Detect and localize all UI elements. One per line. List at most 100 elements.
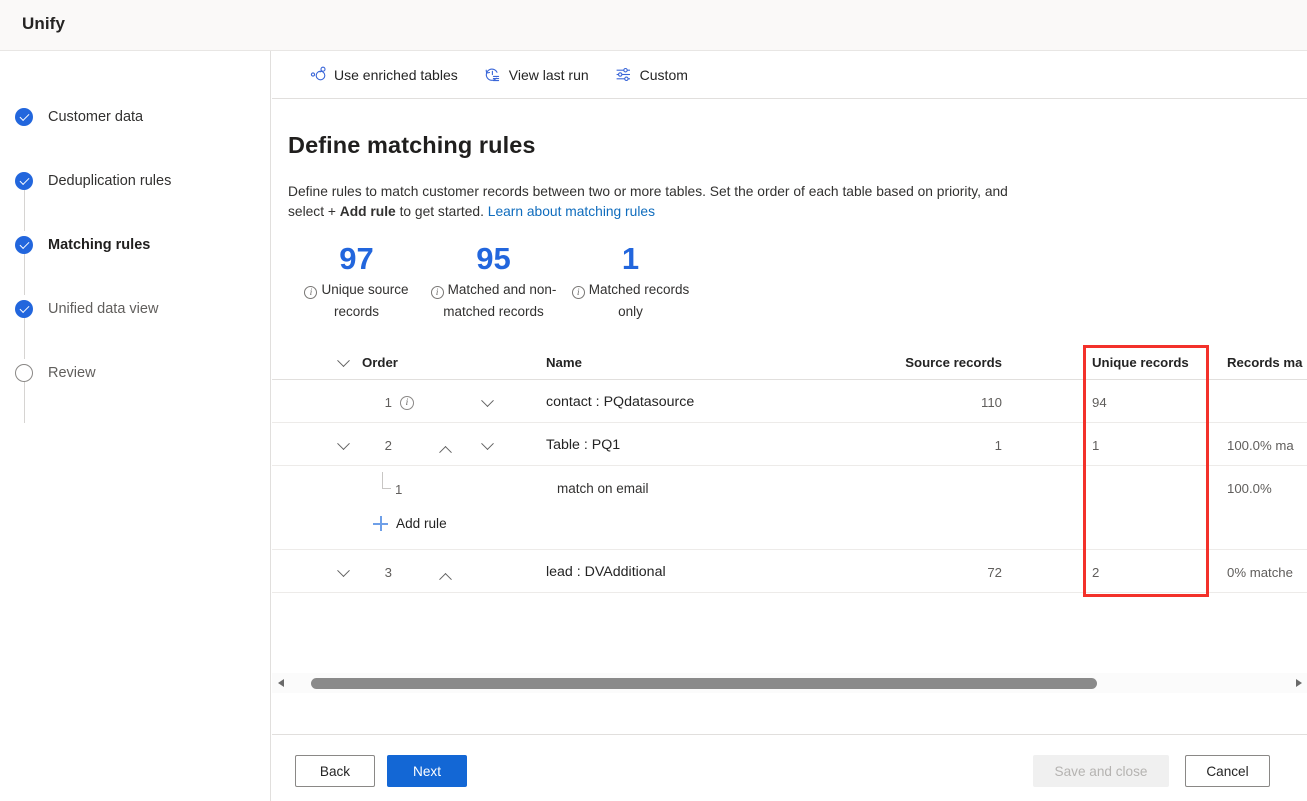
page-title: Define matching rules — [288, 132, 536, 158]
subrow-records-matched: 100.0% — [1227, 481, 1272, 496]
view-last-run-button[interactable]: View last run — [475, 59, 598, 91]
add-rule-label: Add rule — [396, 516, 447, 531]
learn-about-matching-rules-link[interactable]: Learn about matching rules — [488, 204, 655, 219]
row-unique-records: 1 — [1092, 438, 1100, 453]
check-circle-icon — [15, 300, 33, 318]
enriched-tables-icon — [309, 66, 327, 84]
sidebar-item-customer-data[interactable]: Customer data — [15, 106, 265, 128]
stat-caption-text: Matched records only — [588, 282, 690, 319]
expand-row-chevron-icon[interactable] — [330, 437, 356, 454]
app-title: Unify — [22, 14, 65, 33]
move-down-chevron-icon[interactable] — [474, 394, 500, 411]
scroll-right-arrow-icon[interactable] — [1290, 673, 1307, 693]
use-enriched-tables-button[interactable]: Use enriched tables — [300, 59, 467, 91]
sidebar-item-review[interactable]: Review — [15, 362, 265, 384]
table-row[interactable]: 3 lead : DVAdditional 72 2 0% matche — [272, 550, 1307, 593]
row-records-matched: 100.0% ma — [1227, 438, 1294, 453]
sidebar-item-label: Matching rules — [48, 237, 151, 253]
table-subrow-group: 1 match on email 0% Add rule — [272, 593, 1307, 596]
matching-rules-table: Order Name Source records Unique records… — [272, 344, 1307, 596]
tree-branch-line — [382, 472, 391, 489]
stat-caption-text: Unique source records — [321, 282, 409, 319]
next-button[interactable]: Next — [387, 755, 467, 787]
empty-circle-icon — [15, 364, 33, 382]
move-up-chevron-icon[interactable] — [432, 569, 458, 586]
info-icon[interactable]: i — [304, 286, 318, 299]
cancel-button[interactable]: Cancel — [1185, 755, 1270, 787]
save-and-close-button: Save and close — [1033, 755, 1169, 787]
row-order: 3 — [384, 565, 392, 580]
stat-value: 97 — [339, 241, 374, 276]
subrow-index: 1 — [395, 482, 403, 497]
row-name: contact : PQdatasource — [546, 394, 695, 410]
plus-icon — [373, 516, 388, 531]
table-header-row: Order Name Source records Unique records… — [272, 344, 1307, 380]
sidebar-item-deduplication-rules[interactable]: Deduplication rules — [15, 170, 265, 192]
footer-actions: Back Next Save and close Cancel — [272, 734, 1307, 801]
scroll-left-arrow-icon[interactable] — [272, 673, 289, 693]
check-circle-icon — [15, 236, 33, 254]
expand-row-chevron-icon[interactable] — [330, 564, 356, 581]
settings-sliders-icon — [615, 66, 633, 84]
description-text-2: to get started. — [395, 204, 488, 219]
move-down-chevron-icon[interactable] — [474, 437, 500, 454]
row-source-records: 110 — [980, 395, 1002, 410]
sidebar-item-unified-data-view[interactable]: Unified data view — [15, 298, 265, 320]
subrow-name[interactable]: match on email — [557, 481, 649, 496]
row-unique-records: 94 — [1092, 395, 1107, 410]
table-row[interactable]: 1 i contact : PQdatasource 110 94 — [272, 380, 1307, 423]
custom-button[interactable]: Custom — [606, 59, 697, 91]
app-header: Unify — [0, 0, 1307, 51]
sidebar-item-label: Review — [48, 365, 96, 381]
column-header-unique-records[interactable]: Unique records — [1092, 355, 1202, 370]
row-name: Table : PQ1 — [546, 437, 621, 453]
table-subrow-group: 1 match on email 100.0% Add rule — [272, 466, 1307, 550]
command-label: View last run — [508, 66, 589, 83]
check-circle-icon — [15, 172, 33, 190]
stat-caption: i Matched and non-matched records — [425, 279, 562, 323]
back-button[interactable]: Back — [295, 755, 375, 787]
stat-unique-source-records: 97 i Unique source records — [288, 241, 425, 323]
stat-value: 1 — [621, 241, 640, 276]
stat-caption: i Matched records only — [562, 279, 699, 323]
row-order: 1 — [384, 395, 392, 410]
stat-caption-text: Matched and non-matched records — [443, 282, 557, 319]
stat-caption: i Unique source records — [288, 279, 425, 323]
sidebar-item-label: Unified data view — [48, 301, 159, 317]
stats-summary: 97 i Unique source records 95 i Matched an… — [288, 241, 699, 323]
sidebar-item-label: Deduplication rules — [48, 173, 172, 189]
command-bar: Use enriched tables View last run Custom — [272, 51, 1307, 99]
row-info-icon[interactable]: i — [400, 393, 420, 410]
command-label: Custom — [639, 66, 688, 83]
info-icon[interactable]: i — [571, 286, 585, 299]
expand-all-chevron-icon[interactable] — [330, 354, 356, 371]
row-unique-records: 2 — [1092, 565, 1100, 580]
row-source-records: 72 — [987, 565, 1002, 580]
move-up-chevron-icon[interactable] — [432, 442, 458, 459]
column-header-source-records[interactable]: Source records — [892, 355, 1002, 370]
row-order: 2 — [384, 438, 392, 453]
main-content: Define matching rules Define rules to ma… — [272, 99, 1307, 801]
stat-matched-records-only: 1 i Matched records only — [562, 241, 699, 323]
history-clock-icon — [484, 66, 502, 84]
page-description: Define rules to match customer records b… — [288, 182, 1033, 222]
check-circle-icon — [15, 108, 33, 126]
sidebar-item-label: Customer data — [48, 109, 144, 125]
row-name: lead : DVAdditional — [546, 564, 666, 580]
column-header-order[interactable]: Order — [362, 355, 398, 370]
row-records-matched: 0% matche — [1227, 565, 1293, 580]
sidebar-item-matching-rules[interactable]: Matching rules — [15, 234, 265, 256]
row-source-records: 1 — [994, 438, 1002, 453]
info-icon[interactable]: i — [430, 286, 444, 299]
scrollbar-track[interactable] — [289, 673, 1290, 693]
add-rule-button[interactable]: Add rule — [373, 516, 447, 531]
scrollbar-thumb[interactable] — [311, 678, 1097, 689]
wizard-sidebar: Customer data Deduplication rules Matchi… — [0, 51, 271, 801]
horizontal-scrollbar[interactable] — [272, 673, 1307, 693]
column-header-records-matched[interactable]: Records ma — [1227, 355, 1307, 370]
stat-value: 95 — [476, 241, 511, 276]
table-row[interactable]: 2 Table : PQ1 1 1 100.0% ma — [272, 423, 1307, 466]
stat-matched-and-non-matched-records: 95 i Matched and non-matched records — [425, 241, 562, 323]
description-bold: Add rule — [339, 204, 396, 219]
column-header-name[interactable]: Name — [546, 355, 582, 370]
